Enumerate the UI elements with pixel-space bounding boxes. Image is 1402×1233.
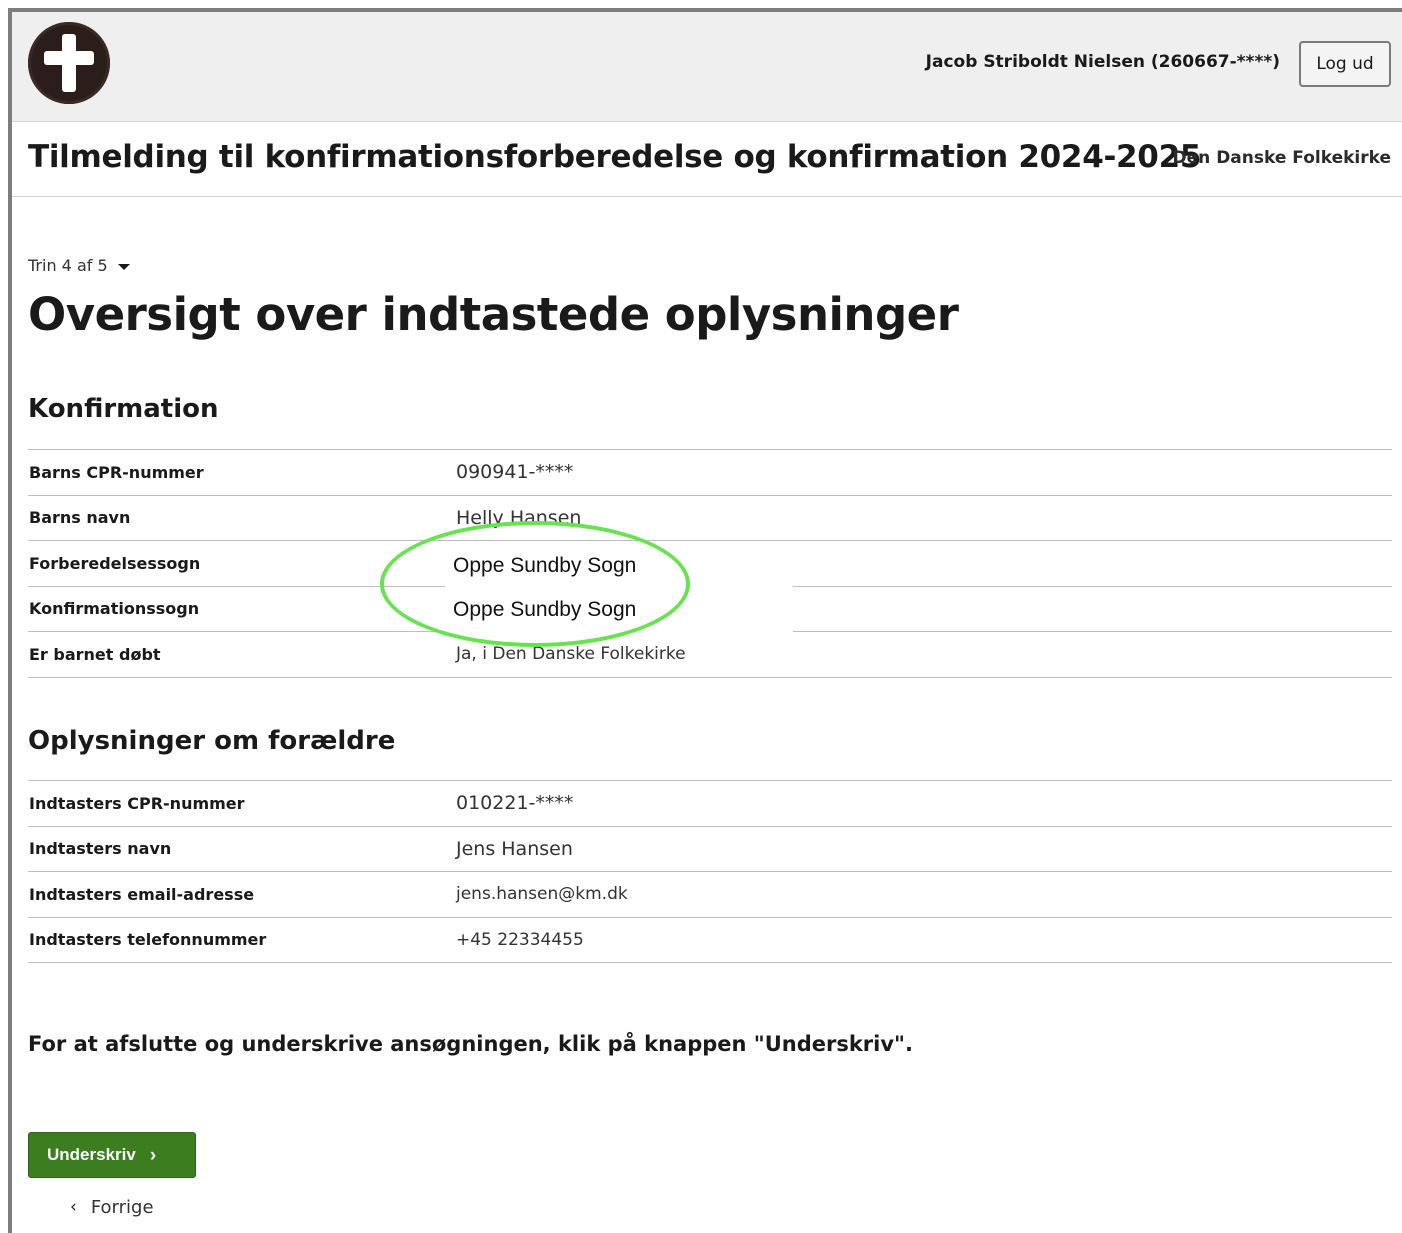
title-bar: Tilmelding til konfirmationsforberedelse… <box>12 123 1402 197</box>
row-label: Forberedelsessogn <box>29 553 201 573</box>
row-label: Indtasters telefonnummer <box>29 930 267 950</box>
row-label: Er barnet døbt <box>29 644 161 664</box>
sign-button-label: Underskriv <box>47 1145 136 1164</box>
table-row: Barns navn Helly Hansen <box>28 495 1392 541</box>
previous-link-label: Forrige <box>90 1197 154 1218</box>
step-indicator[interactable]: Trin 4 af 5 <box>28 256 130 275</box>
section-title-confirmation: Konfirmation <box>28 394 219 424</box>
row-label: Barns CPR-nummer <box>29 462 204 482</box>
page-title: Oversigt over indtastede oplysninger <box>28 288 959 341</box>
cross-horizontal-bar <box>44 51 94 65</box>
table-row: Indtasters CPR-nummer 010221-**** <box>28 780 1392 827</box>
preparation-parish-value: Oppe Sundby Sogn <box>445 544 793 588</box>
row-value: Ja, i Den Danske Folkekirke <box>456 644 686 665</box>
row-label: Barns navn <box>29 508 131 528</box>
step-label: Trin 4 af 5 <box>28 256 108 275</box>
row-value: +45 22334455 <box>456 929 584 950</box>
confirmation-parish-value: Oppe Sundby Sogn <box>445 588 793 632</box>
row-value: 090941-**** <box>456 461 574 484</box>
organization-name: Den Danske Folkekirke <box>1172 148 1391 168</box>
row-value: Helly Hansen <box>456 506 582 529</box>
caret-down-icon <box>117 264 130 270</box>
row-label: Indtasters CPR-nummer <box>29 793 245 813</box>
logged-in-user: Jacob Striboldt Nielsen (260667-****) <box>925 52 1280 72</box>
row-value: 010221-**** <box>456 792 574 815</box>
sign-instruction: For at afslutte og underskrive ansøgning… <box>28 1032 913 1056</box>
chevron-left-icon: ‹ <box>70 1197 77 1217</box>
table-row: Er barnet døbt Ja, i Den Danske Folkekir… <box>28 631 1392 677</box>
app-title: Tilmelding til konfirmationsforberedelse… <box>28 139 1202 175</box>
table-row: Indtasters email-adresse jens.hansen@km.… <box>28 871 1392 918</box>
row-label: Konfirmationssogn <box>29 599 200 619</box>
table-row: Indtasters telefonnummer +45 22334455 <box>28 917 1392 963</box>
sign-button[interactable]: Underskriv › <box>28 1132 196 1178</box>
row-label: Indtasters navn <box>29 839 172 859</box>
site-header: Jacob Striboldt Nielsen (260667-****) Lo… <box>12 12 1402 122</box>
chevron-right-icon: › <box>149 1144 157 1166</box>
cross-logo-icon[interactable] <box>28 22 110 104</box>
row-label: Indtasters email-adresse <box>29 884 255 904</box>
table-row: Indtasters navn Jens Hansen <box>28 826 1392 872</box>
parents-summary-table: Indtasters CPR-nummer 010221-**** Indtas… <box>28 780 1392 963</box>
section-title-parents: Oplysninger om forældre <box>28 726 396 756</box>
row-value: Jens Hansen <box>456 837 573 860</box>
table-row: Barns CPR-nummer 090941-**** <box>28 449 1392 496</box>
previous-link[interactable]: ‹ Forrige <box>70 1197 154 1218</box>
logout-button[interactable]: Log ud <box>1299 41 1391 87</box>
row-value: jens.hansen@km.dk <box>456 884 628 905</box>
